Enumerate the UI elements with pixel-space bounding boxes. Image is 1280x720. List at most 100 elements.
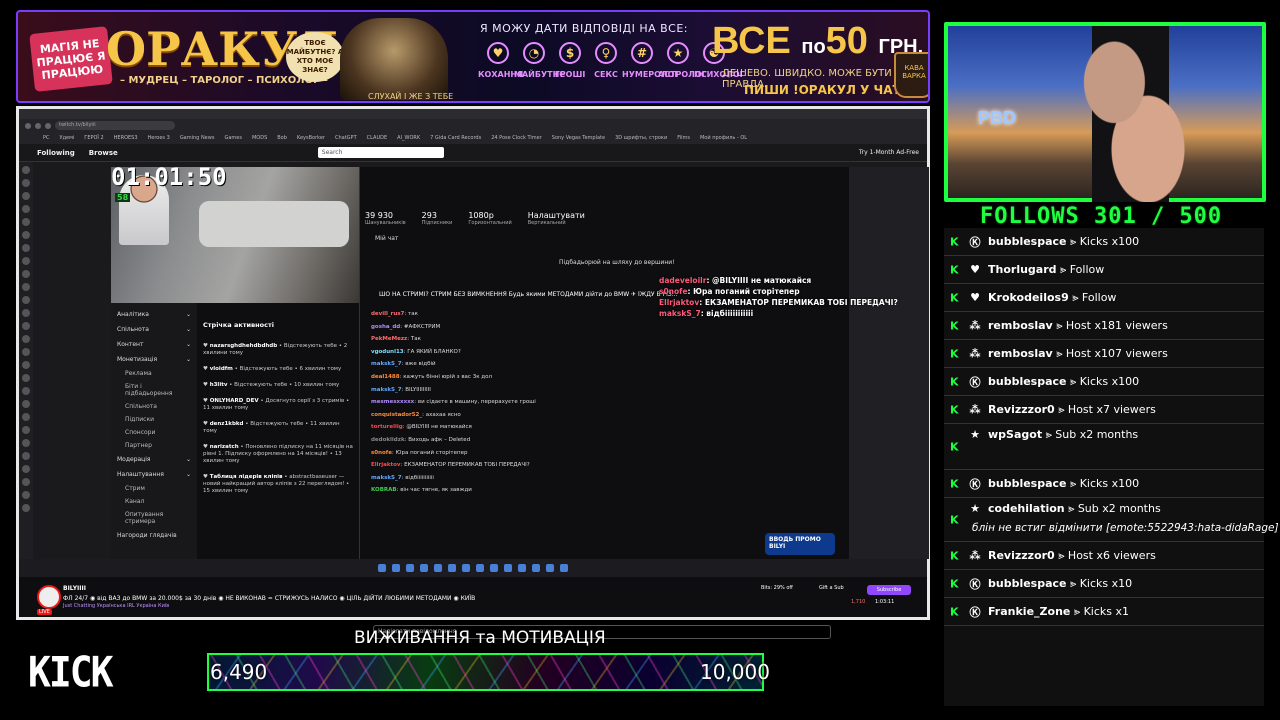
bookmark-item[interactable]: KeysBorker bbox=[297, 135, 325, 141]
channel-avatar[interactable] bbox=[22, 296, 30, 304]
bookmark-item[interactable]: 24 Pose Clock Timer bbox=[491, 135, 542, 141]
app-icon[interactable] bbox=[476, 564, 484, 572]
app-icon[interactable] bbox=[406, 564, 414, 572]
channel-avatar[interactable] bbox=[37, 585, 61, 609]
channel-avatar[interactable] bbox=[22, 166, 30, 174]
app-icon[interactable] bbox=[462, 564, 470, 572]
app-icon[interactable] bbox=[546, 564, 554, 572]
channel-avatar[interactable] bbox=[22, 322, 30, 330]
dashboard-submenu-item[interactable]: Підписки bbox=[111, 413, 197, 426]
bookmark-item[interactable]: Sony Vegas Template bbox=[552, 135, 605, 141]
browser-tabs[interactable] bbox=[19, 109, 927, 119]
channel-avatar[interactable] bbox=[22, 452, 30, 460]
bookmark-item[interactable]: Мой профиль - OL bbox=[700, 135, 747, 141]
channel-avatar[interactable] bbox=[22, 426, 30, 434]
channel-avatar[interactable] bbox=[22, 478, 30, 486]
chat-message[interactable]: conquistador52_: ахахаа ясно bbox=[371, 412, 461, 418]
bookmark-item[interactable]: MODS bbox=[252, 135, 267, 141]
gift-sub-button[interactable]: Gift a Sub bbox=[819, 585, 844, 591]
bits-button[interactable]: Bits: 29% off bbox=[761, 585, 793, 591]
channel-avatar[interactable] bbox=[22, 504, 30, 512]
channel-name[interactable]: BILYIIII bbox=[63, 585, 86, 592]
channel-avatar[interactable] bbox=[22, 491, 30, 499]
dashboard-submenu-item[interactable]: Стрим bbox=[111, 482, 197, 495]
channel-avatar[interactable] bbox=[22, 231, 30, 239]
feed-item[interactable]: ♥ Таблиця лідерів кліпів • abstractbaseu… bbox=[203, 474, 353, 495]
app-icon[interactable] bbox=[490, 564, 498, 572]
nav-following[interactable]: Following bbox=[37, 149, 75, 157]
chat-message[interactable]: makskS_7: вже відбій bbox=[371, 361, 436, 367]
bookmark-item[interactable]: PC bbox=[43, 135, 50, 141]
channel-avatar[interactable] bbox=[22, 400, 30, 408]
feed-item[interactable]: ♥ h3litv • Відстежують тебе • 10 хвилин … bbox=[203, 382, 353, 389]
chat-message[interactable]: s0nofe: Юра поганий сторітепер bbox=[371, 450, 467, 456]
app-icon[interactable] bbox=[448, 564, 456, 572]
chat-message[interactable]: makskS_7: BILYIIIIIIIII bbox=[371, 387, 431, 393]
bookmark-item[interactable]: Удемі bbox=[60, 135, 75, 141]
channel-avatar[interactable] bbox=[22, 309, 30, 317]
dashboard-submenu-item[interactable]: Спонсори bbox=[111, 426, 197, 439]
chat-message[interactable]: vgodunl13: ГА ЯКИЙ БЛАНКО? bbox=[371, 349, 461, 355]
bookmark-item[interactable]: 7 Gida Card Records bbox=[430, 135, 481, 141]
app-icon[interactable] bbox=[518, 564, 526, 572]
dashboard-menu-item[interactable]: Налаштування ⌄ bbox=[111, 467, 197, 482]
bookmark-item[interactable]: Gaming News bbox=[180, 135, 215, 141]
chat-message[interactable]: gosha_dd: #АФКСТРИМ bbox=[371, 324, 440, 330]
channel-avatar[interactable] bbox=[22, 283, 30, 291]
channel-avatar[interactable] bbox=[22, 413, 30, 421]
channel-avatar[interactable] bbox=[22, 348, 30, 356]
ad-free-button[interactable]: Try 1-Month Ad-Free bbox=[859, 149, 919, 156]
chat-message[interactable]: makskS_7: відбііііііііііі bbox=[371, 475, 434, 481]
feed-item[interactable]: ♥ ONLYHARD_DEV • Досягнуто серії з 3 стр… bbox=[203, 398, 353, 412]
channel-avatar[interactable] bbox=[22, 205, 30, 213]
chat-message[interactable]: deal1488: кажуть бінні юрій з вас 3к дол bbox=[371, 374, 492, 380]
channel-avatar[interactable] bbox=[22, 244, 30, 252]
app-icon[interactable] bbox=[420, 564, 428, 572]
dashboard-menu-item[interactable]: Нагороди глядачів bbox=[111, 528, 197, 543]
chat-message[interactable]: KOBRAB: він час тягне, як завжди bbox=[371, 487, 472, 493]
bookmark-item[interactable]: Bob bbox=[277, 135, 287, 141]
feed-item[interactable]: ♥ narizatch • Поновлено підписку на 11 м… bbox=[203, 444, 353, 465]
bookmark-item[interactable]: AI_WORK bbox=[397, 135, 420, 141]
dashboard-menu-item[interactable]: Модерація ⌄ bbox=[111, 452, 197, 467]
reload-icon[interactable] bbox=[45, 122, 51, 129]
search-input[interactable]: Search bbox=[317, 147, 444, 158]
channel-avatar[interactable] bbox=[22, 218, 30, 226]
app-icon[interactable] bbox=[504, 564, 512, 572]
dashboard-menu-item[interactable]: Контент ⌄ bbox=[111, 337, 197, 352]
dashboard-submenu-item[interactable]: Канал bbox=[111, 495, 197, 508]
nav-browse[interactable]: Browse bbox=[89, 149, 118, 157]
dashboard-menu-item[interactable]: Спільнота ⌄ bbox=[111, 322, 197, 337]
channel-avatar[interactable] bbox=[22, 270, 30, 278]
channel-avatar[interactable] bbox=[22, 439, 30, 447]
back-icon[interactable] bbox=[25, 122, 31, 129]
bookmark-item[interactable]: Games bbox=[224, 135, 242, 141]
app-icon[interactable] bbox=[378, 564, 386, 572]
feed-item[interactable]: ♥ vloidfm • Відстежують тебе • 6 хвилин … bbox=[203, 366, 353, 373]
dashboard-submenu-item[interactable]: Біти і підбадьорення bbox=[111, 380, 197, 400]
bookmark-item[interactable]: ChatGPT bbox=[335, 135, 357, 141]
channel-avatar[interactable] bbox=[22, 361, 30, 369]
chat-message[interactable]: devill_rus7: так bbox=[371, 311, 418, 317]
chat-message[interactable]: tortureliig: @BILYIIII не матюкайся bbox=[371, 424, 472, 430]
channel-avatar[interactable] bbox=[22, 335, 30, 343]
bookmark-item[interactable]: Films bbox=[677, 135, 690, 141]
app-icon[interactable] bbox=[532, 564, 540, 572]
subscribe-button[interactable]: Subscribe bbox=[867, 585, 911, 595]
chat-message[interactable]: dedoklidzk: Виходь афк – Deleted bbox=[371, 437, 470, 443]
chat-header[interactable]: Мій чат bbox=[375, 235, 398, 242]
dashboard-submenu-item[interactable]: Реклама bbox=[111, 367, 197, 380]
channel-avatar[interactable] bbox=[22, 387, 30, 395]
channel-avatar[interactable] bbox=[22, 374, 30, 382]
bookmark-item[interactable]: ГЕРОЇ 2 bbox=[84, 135, 103, 141]
bookmark-item[interactable]: Heroes 3 bbox=[148, 135, 170, 141]
dashboard-submenu-item[interactable]: Опитування стримера bbox=[111, 508, 197, 528]
stream-category[interactable]: Just Chatting Українська IRL Україна Киї… bbox=[63, 603, 169, 609]
chat-message[interactable]: PekMeMezz: Так bbox=[371, 336, 421, 342]
forward-icon[interactable] bbox=[35, 122, 41, 129]
channel-avatar[interactable] bbox=[22, 192, 30, 200]
address-bar[interactable]: twitch.tv/bilyiii bbox=[55, 121, 175, 130]
bookmark-item[interactable]: CLAUDE bbox=[367, 135, 387, 141]
bookmark-item[interactable]: HEROES3 bbox=[114, 135, 138, 141]
dashboard-menu-item[interactable]: Аналітика ⌄ bbox=[111, 307, 197, 322]
